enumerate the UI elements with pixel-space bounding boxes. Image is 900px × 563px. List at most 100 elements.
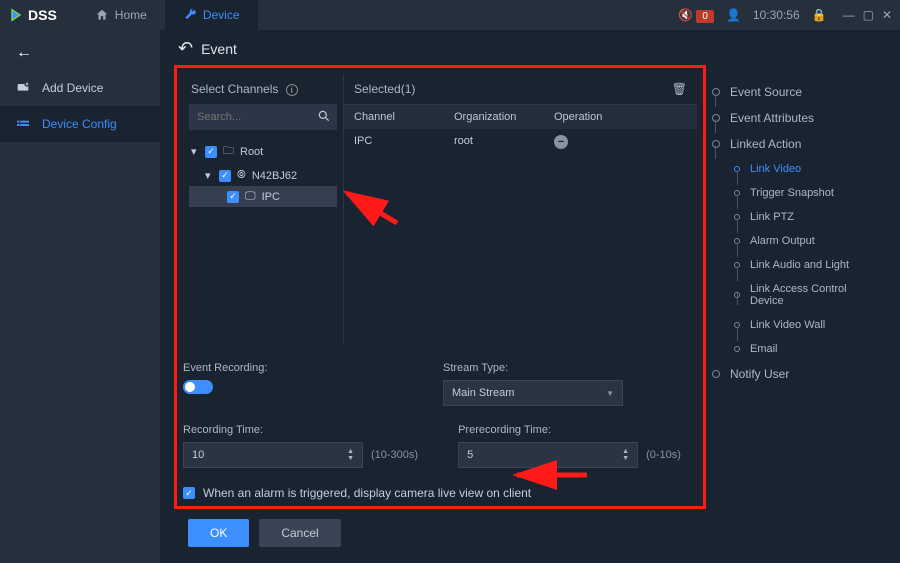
minimize-button[interactable]: —	[843, 8, 855, 22]
recording-time-input[interactable]: 10 ▲▼	[183, 442, 363, 468]
tab-label: Home	[115, 8, 147, 22]
tab-label: Device	[203, 8, 240, 22]
volume-badge: 0	[696, 10, 714, 23]
step-link-ptz[interactable]: Link PTZ	[712, 205, 880, 229]
sidebar: ← Add Device Device Config	[0, 30, 160, 563]
app-name: DSS	[28, 7, 57, 23]
step-event-source[interactable]: Event Source	[712, 79, 880, 105]
channels-left: Select Channels i ▾ ✓ 🗀	[183, 74, 343, 344]
main: ← Add Device Device Config ↶ Event Selec…	[0, 30, 900, 563]
col-channel: Channel	[344, 105, 444, 129]
topbar-right: 🔇 0 👤 10:30:56 🔒 — ▢ ✕	[678, 8, 892, 22]
maximize-button[interactable]: ▢	[863, 8, 874, 22]
step-label: Email	[750, 343, 778, 355]
device-config-icon	[14, 116, 32, 132]
step-link-access-control[interactable]: Link Access Control Device	[712, 277, 880, 313]
clear-all-icon[interactable]: 🗑	[672, 82, 687, 96]
recording-time-label: Recording Time:	[183, 424, 418, 436]
event-recording-label: Event Recording:	[183, 362, 403, 374]
channel-tree: ▾ ✓ 🗀 Root ▾ ✓ ⦾ N42BJ62	[183, 136, 343, 209]
tree-label: Root	[240, 146, 263, 158]
topbar: DSS Home Device 🔇 0 👤 10:30:56 🔒 — ▢ ✕	[0, 0, 900, 30]
stream-type-value: Main Stream	[452, 387, 514, 399]
camera-icon: 🖵	[245, 190, 256, 203]
remove-button[interactable]: −	[554, 135, 568, 149]
step-event-attributes[interactable]: Event Attributes	[712, 105, 880, 131]
step-notify-user[interactable]: Notify User	[712, 361, 880, 387]
step-label: Trigger Snapshot	[750, 187, 834, 199]
sidebar-item-device-config[interactable]: Device Config	[0, 106, 160, 142]
tab-device[interactable]: Device	[165, 0, 258, 30]
tree-device[interactable]: ▾ ✓ ⦾ N42BJ62	[189, 165, 337, 186]
tree-label: N42BJ62	[252, 170, 297, 182]
step-link-video[interactable]: Link Video	[712, 157, 880, 181]
checkbox[interactable]: ✓	[219, 170, 231, 182]
tree-root[interactable]: ▾ ✓ 🗀 Root	[189, 138, 337, 165]
cell-organization: root	[444, 129, 544, 155]
lock-icon[interactable]: 🔒	[812, 8, 827, 22]
folder-icon: 🗀	[223, 142, 234, 161]
step-label: Link PTZ	[750, 211, 794, 223]
cancel-button[interactable]: Cancel	[259, 519, 340, 547]
step-label: Link Video Wall	[750, 319, 825, 331]
tabs: Home Device	[77, 0, 258, 30]
ok-button[interactable]: OK	[188, 519, 249, 547]
sidebar-item-add-device[interactable]: Add Device	[0, 70, 160, 106]
add-device-icon	[14, 80, 32, 96]
chevron-down-icon: ▼	[606, 389, 614, 398]
page-title-row: ↶ Event	[174, 38, 886, 59]
close-button[interactable]: ✕	[882, 8, 892, 22]
event-recording-toggle[interactable]	[183, 380, 213, 394]
recording-time-value: 10	[192, 449, 204, 461]
volume-icon[interactable]: 🔇 0	[678, 8, 714, 22]
channels-right: Selected(1) 🗑 Channel Organization Opera…	[343, 74, 697, 344]
step-trigger-snapshot[interactable]: Trigger Snapshot	[712, 181, 880, 205]
back-button[interactable]: ←	[16, 44, 32, 61]
step-label: Link Video	[750, 163, 801, 175]
content: ↶ Event Select Channels i	[160, 30, 900, 563]
tree-label: IPC	[262, 191, 280, 203]
caret-down-icon: ▾	[205, 169, 213, 182]
step-link-audio-light[interactable]: Link Audio and Light	[712, 253, 880, 277]
wizard-steps: Event Source Event Attributes Linked Act…	[706, 65, 886, 509]
info-icon[interactable]: i	[286, 84, 298, 96]
device-icon: ⦾	[237, 169, 246, 182]
step-label: Event Attributes	[730, 111, 814, 125]
window-controls: — ▢ ✕	[843, 8, 892, 22]
checkbox[interactable]: ✓	[227, 191, 239, 203]
tab-home[interactable]: Home	[77, 0, 165, 30]
step-link-video-wall[interactable]: Link Video Wall	[712, 313, 880, 337]
spinner-icon[interactable]: ▲▼	[347, 448, 354, 462]
prerecording-time-input[interactable]: 5 ▲▼	[458, 442, 638, 468]
selected-header: Selected(1) 🗑	[344, 74, 697, 105]
selected-label: Selected(1)	[354, 82, 415, 96]
page-title: Event	[201, 41, 237, 57]
tree-channel[interactable]: ✓ 🖵 IPC	[189, 186, 337, 207]
step-email[interactable]: Email	[712, 337, 880, 361]
step-linked-action[interactable]: Linked Action	[712, 131, 880, 157]
clock-time: 10:30:56	[753, 8, 800, 22]
search-icon	[317, 109, 331, 123]
step-label: Link Audio and Light	[750, 259, 849, 271]
step-label: Event Source	[730, 85, 802, 99]
user-icon[interactable]: 👤	[726, 8, 741, 22]
step-label: Link Access Control Device	[750, 283, 880, 307]
step-label: Alarm Output	[750, 235, 815, 247]
spinner-icon[interactable]: ▲▼	[622, 448, 629, 462]
display-live-view-checkbox[interactable]: ✓	[183, 487, 195, 499]
prerecording-time-label: Prerecording Time:	[458, 424, 681, 436]
prerecording-time-hint: (0-10s)	[646, 449, 681, 461]
caret-down-icon: ▾	[191, 145, 199, 158]
stream-type-select[interactable]: Main Stream ▼	[443, 380, 623, 406]
search-input[interactable]	[189, 104, 337, 130]
step-alarm-output[interactable]: Alarm Output	[712, 229, 880, 253]
checkbox-row: ✓ When an alarm is triggered, display ca…	[183, 486, 697, 500]
select-channels-header: Select Channels i	[183, 74, 343, 104]
checkbox[interactable]: ✓	[205, 146, 217, 158]
sidebar-item-label: Device Config	[42, 117, 117, 131]
footer: OK Cancel	[174, 509, 886, 557]
back-arrow-icon[interactable]: ↶	[178, 38, 193, 59]
highlight-box: Select Channels i ▾ ✓ 🗀	[174, 65, 706, 509]
col-organization: Organization	[444, 105, 544, 129]
home-icon	[95, 8, 109, 22]
